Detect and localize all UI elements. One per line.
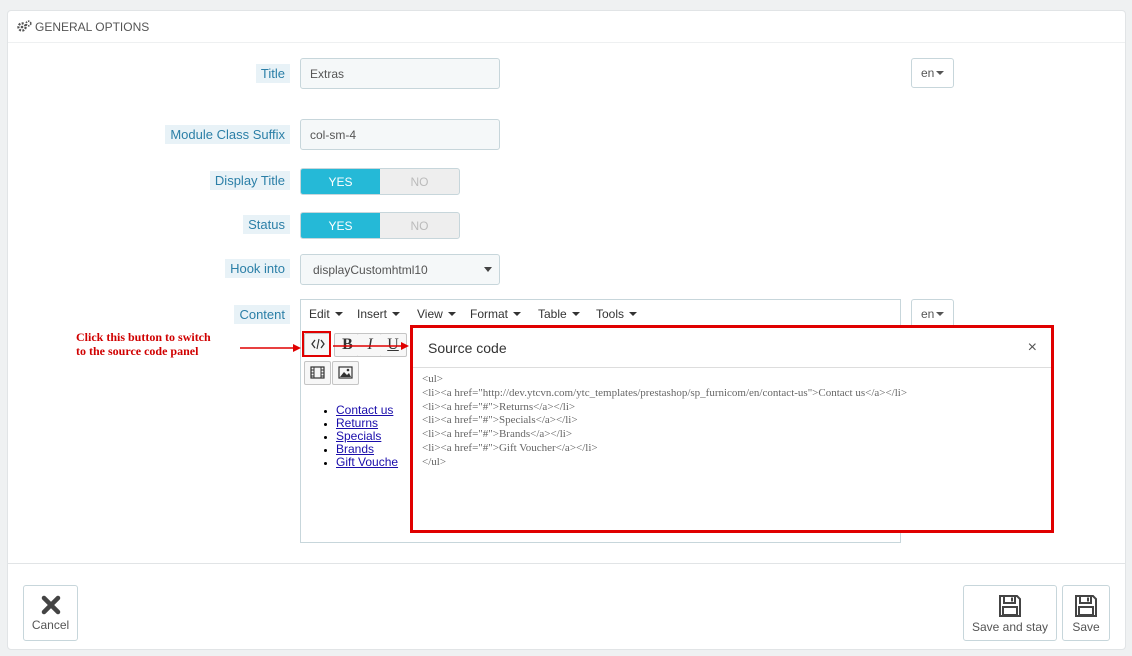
source-code-textarea[interactable]: <ul> <li><a href="http://dev.ytcvn.com/y… [422,373,907,470]
save-icon [1075,595,1097,617]
dialog-title: Source code [413,328,1051,368]
save-and-stay-button[interactable]: Save and stay [963,585,1057,641]
annotation-line-2: to the source code panel [76,344,199,358]
annotation-line-1: Click this button to switch [76,330,211,344]
cancel-button[interactable]: Cancel [23,585,78,641]
close-icon [41,595,60,615]
save-and-stay-label: Save and stay [971,620,1049,634]
panel-footer [7,563,1126,639]
save-label: Save [1072,620,1100,634]
close-icon[interactable]: × [1028,339,1037,357]
save-button[interactable]: Save [1062,585,1110,641]
cancel-label: Cancel [31,618,70,632]
annotation-note: Click this button to switch to the sourc… [76,330,211,358]
source-code-dialog: Source code × <ul> <li><a href="http://d… [410,325,1054,533]
save-icon [999,595,1021,617]
